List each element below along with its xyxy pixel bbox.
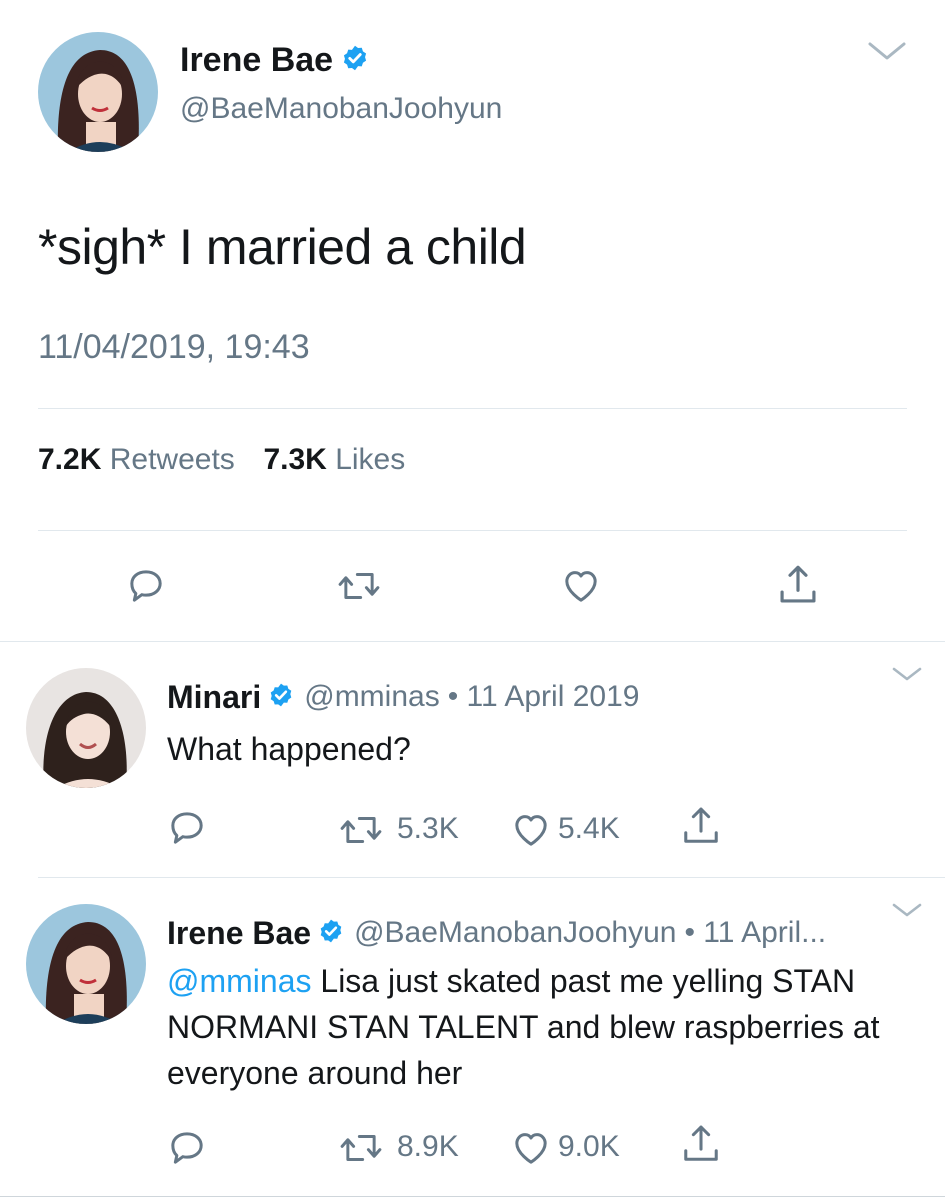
reply-2-author-name[interactable]: Irene Bae [167, 915, 311, 952]
main-author-name[interactable]: Irene Bae [180, 41, 333, 80]
divider [0, 641, 945, 642]
heart-icon[interactable] [560, 566, 602, 611]
verified-badge-icon [318, 918, 344, 949]
reply-1-author-name[interactable]: Minari [167, 679, 261, 716]
verified-badge-icon [341, 44, 369, 77]
reply-icon[interactable] [167, 808, 207, 853]
reply-2-text: @mminas Lisa just skated past me yelling… [167, 958, 887, 1096]
heart-icon[interactable] [510, 810, 552, 855]
chevron-down-icon[interactable] [866, 38, 908, 69]
reply-1-retweet-count: 5.3K [397, 812, 459, 845]
likes-count[interactable]: 7.3K [263, 443, 326, 476]
reply-2-mention-link[interactable]: @mminas [167, 963, 312, 999]
divider [38, 530, 907, 531]
divider [38, 408, 907, 409]
retweet-icon[interactable] [338, 1128, 384, 1173]
main-tweet-text: *sigh* I married a child [38, 219, 527, 275]
share-icon[interactable] [680, 804, 722, 853]
reply-1-like-count: 5.4K [558, 812, 620, 845]
reply-icon[interactable] [126, 566, 166, 611]
chevron-down-icon[interactable] [890, 900, 924, 925]
main-author-avatar[interactable] [38, 32, 158, 152]
reply-1-header: Minari @mminas • 11 April 2019 [167, 676, 639, 718]
divider [38, 877, 945, 878]
share-icon[interactable] [680, 1122, 722, 1171]
heart-icon[interactable] [510, 1128, 552, 1173]
reply-1-author-handle[interactable]: @mminas [304, 680, 439, 714]
reply-1-text: What happened? [167, 731, 411, 767]
reply-2-header: Irene Bae @BaeManobanJoohyun • 11 April.… [167, 912, 826, 954]
reply-2-author-handle[interactable]: @BaeManobanJoohyun [354, 916, 676, 950]
reply-icon[interactable] [167, 1128, 207, 1173]
reply-2-like-count: 9.0K [558, 1130, 620, 1163]
reply-2-retweet-count: 8.9K [397, 1130, 459, 1163]
main-author-name-row: Irene Bae [180, 38, 369, 82]
main-tweet-stats: 7.2K Retweets 7.3K Likes [38, 443, 405, 477]
share-icon[interactable] [776, 562, 820, 613]
reply-1-meta[interactable]: • 11 April 2019 [448, 680, 640, 714]
main-tweet-timestamp[interactable]: 11/04/2019, 19:43 [38, 328, 310, 367]
divider [0, 1196, 945, 1197]
retweet-icon[interactable] [338, 810, 384, 855]
retweet-icon[interactable] [336, 566, 382, 611]
main-author-handle[interactable]: @BaeManobanJoohyun [180, 92, 502, 126]
reply-2-meta[interactable]: • 11 April... [684, 916, 826, 950]
retweets-count[interactable]: 7.2K [38, 443, 101, 476]
chevron-down-icon[interactable] [890, 664, 924, 689]
retweets-label[interactable]: Retweets [110, 443, 235, 476]
reply-author-avatar[interactable] [26, 904, 146, 1024]
likes-label[interactable]: Likes [335, 443, 405, 476]
reply-author-avatar[interactable] [26, 668, 146, 788]
verified-badge-icon [268, 682, 294, 713]
